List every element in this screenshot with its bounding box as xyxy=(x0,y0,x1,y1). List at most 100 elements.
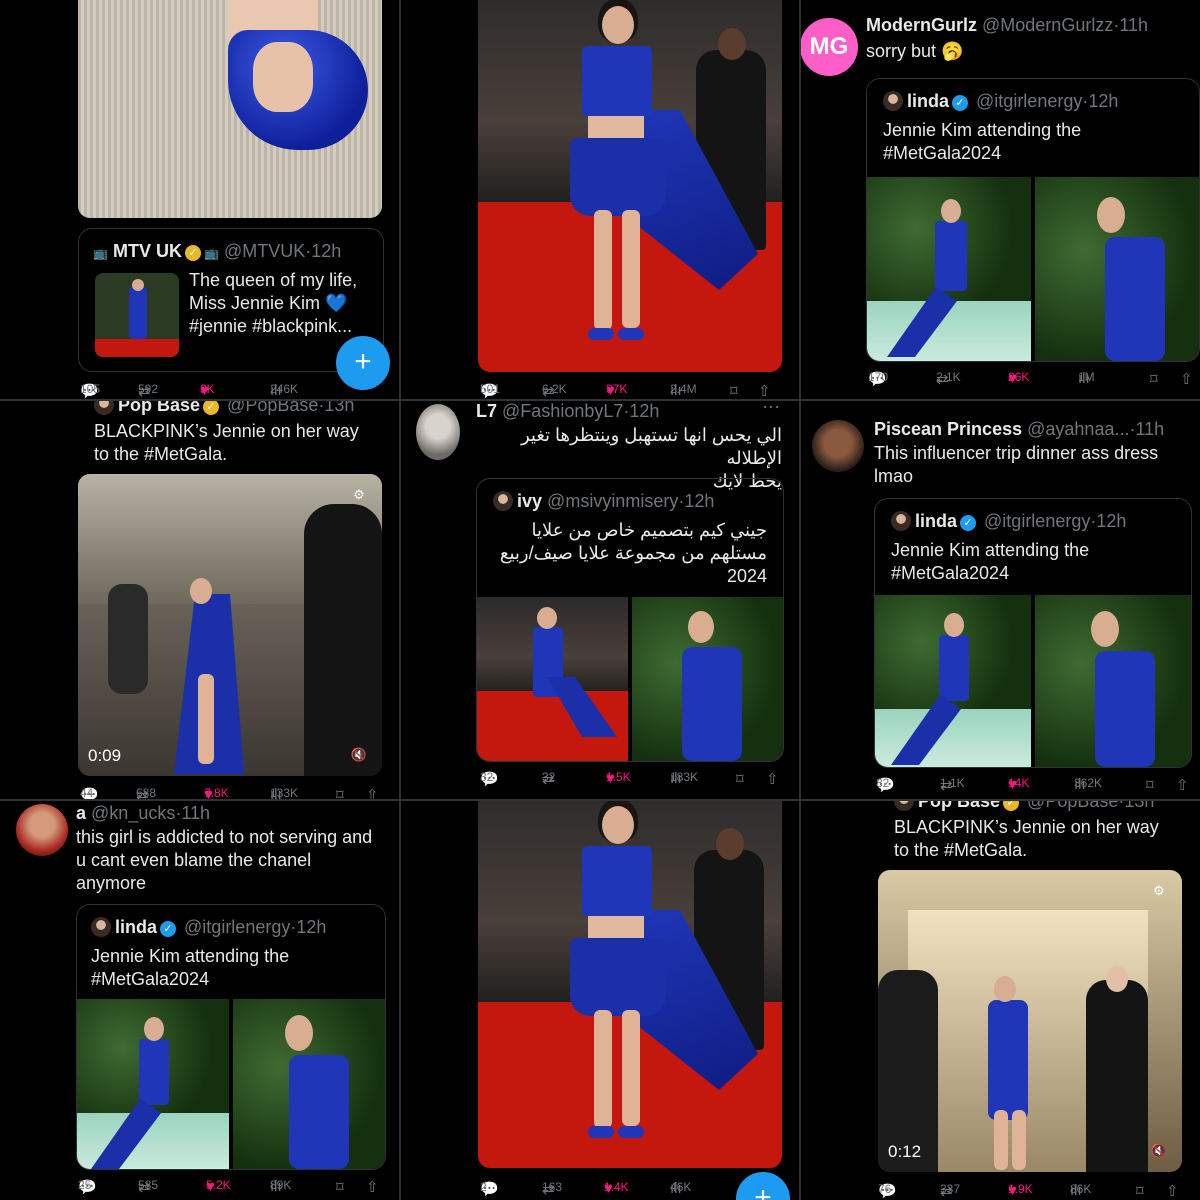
tweet-video[interactable]: ⚙ 0:12 🔇 xyxy=(878,870,1182,1172)
quote-author-handle[interactable]: @itgirlenergy xyxy=(984,511,1090,531)
verified-badge-icon: ✓ xyxy=(1003,800,1020,811)
settings-icon[interactable]: ⚙ xyxy=(1148,880,1170,902)
tweet-text: this girl is addicted to not serving and… xyxy=(76,827,373,893)
author-handle[interactable]: @FashionbyL7 xyxy=(502,401,623,421)
tweet-time: 12h xyxy=(629,401,660,421)
quote-author-name[interactable]: MTV UK xyxy=(113,241,182,261)
quote-text: Jennie Kim attending the #MetGala2024 xyxy=(91,946,290,989)
mute-icon[interactable]: 🔇 xyxy=(348,744,370,766)
tweet-photo[interactable] xyxy=(478,0,782,372)
quote-author-name[interactable]: linda xyxy=(915,511,957,531)
quote-text: جيني كيم بتصميم خاص من علايا مستلهم من مج… xyxy=(499,520,767,586)
quote-thumbnail[interactable] xyxy=(95,273,179,357)
quote-author-name[interactable]: linda xyxy=(907,91,949,111)
share-icon: ⇧ xyxy=(1166,1183,1179,1200)
avatar xyxy=(91,917,111,937)
mtv-logo-icon: 📺 xyxy=(93,246,108,260)
quote-photo-1[interactable] xyxy=(77,999,229,1169)
verified-badge-icon: ✓ xyxy=(952,95,969,111)
tweet-cell-4: Pop Base ✓ @PopBase·13h BLACKPINK’s Jenni… xyxy=(0,400,400,800)
tweet-cell-2: 💬 501 ⇄ 6.2K ♥ 37K ılı 2.4M ⌑ ⇧ xyxy=(400,0,800,400)
settings-icon[interactable]: ⚙ xyxy=(348,484,370,506)
tweet-video[interactable]: ⚙ 0:09 🔇 xyxy=(78,474,382,776)
more-options-icon[interactable]: ··· xyxy=(762,400,780,417)
quote-author-name[interactable]: ivy xyxy=(517,491,542,511)
tweet-cell-1: 📺 MTV UK ✓ 📺 @MTVUK·12h The queen of my li… xyxy=(0,0,400,400)
quote-photo-1[interactable] xyxy=(875,595,1031,767)
quoted-tweet[interactable]: linda ✓ @itgirlenergy·12h Jennie Kim atte… xyxy=(866,78,1200,362)
avatar[interactable] xyxy=(416,404,460,460)
quote-photo-2[interactable] xyxy=(233,999,385,1169)
author-name[interactable]: Pop Base xyxy=(918,800,1000,811)
author-name[interactable]: a xyxy=(76,803,86,823)
share-icon: ⇧ xyxy=(366,787,379,800)
quote-photo-1[interactable] xyxy=(477,597,628,761)
avatar[interactable] xyxy=(894,800,914,811)
author-handle[interactable]: @ayahnaa... xyxy=(1027,419,1129,439)
quote-author-handle[interactable]: @msivyinmisery xyxy=(547,491,678,511)
quote-photo-2[interactable] xyxy=(632,597,783,761)
quote-photo-1[interactable] xyxy=(867,177,1031,361)
quote-text: Jennie Kim attending the #MetGala2024 xyxy=(883,120,1082,163)
tweet-header: Piscean Princess @ayahnaa...·11h xyxy=(874,419,1165,439)
author-handle[interactable]: @PopBase xyxy=(227,400,318,415)
quoted-tweet[interactable]: ivy @msivyinmisery·12h جيني كيم بتصميم خ… xyxy=(476,478,784,762)
quote-author-name[interactable]: linda xyxy=(115,917,157,937)
quote-text: Jennie Kim attending the #MetGala2024 xyxy=(891,540,1090,583)
compose-button[interactable]: + xyxy=(736,1172,790,1200)
quote-photo-2[interactable] xyxy=(1035,595,1191,767)
divider xyxy=(399,0,401,1200)
tweet-photo[interactable] xyxy=(478,800,782,1168)
avatar xyxy=(891,511,911,531)
quote-time: 12h xyxy=(296,917,327,937)
tweet-cell-8: + 💬 2 ⇄ 163 ♥ 1.4K ılı 46K xyxy=(400,800,800,1200)
quote-time: 12h xyxy=(1096,511,1127,531)
quote-header: linda ✓ @itgirlenergy·12h xyxy=(891,511,1126,532)
author-name[interactable]: Pop Base xyxy=(118,400,200,415)
bookmark-icon: ⌑ xyxy=(1146,777,1154,794)
compose-button[interactable]: + xyxy=(336,336,390,390)
quote-author-handle[interactable]: @itgirlenergy xyxy=(184,917,290,937)
bookmark-icon: ⌑ xyxy=(730,383,738,400)
author-handle[interactable]: @ModernGurlzz xyxy=(982,15,1113,35)
author-handle[interactable]: @kn_ucks xyxy=(91,803,175,823)
share-icon: ⇧ xyxy=(1180,371,1193,388)
author-name[interactable]: Piscean Princess xyxy=(874,419,1022,439)
quoted-tweet[interactable]: linda ✓ @itgirlenergy·12h Jennie Kim atte… xyxy=(874,498,1192,768)
quote-author-handle[interactable]: @itgirlenergy xyxy=(976,91,1082,111)
tweet-time: 13h xyxy=(1124,800,1155,811)
bookmark-icon: ⌑ xyxy=(336,787,344,800)
tweet-time: 11h xyxy=(181,803,211,823)
share-icon: ⇧ xyxy=(1176,777,1189,794)
avatar[interactable] xyxy=(94,400,114,415)
divider xyxy=(0,799,1200,801)
mute-icon[interactable]: 🔇 xyxy=(1148,1140,1170,1162)
shoe-photo[interactable] xyxy=(78,0,382,218)
quote-time: 12h xyxy=(684,491,715,511)
quote-text: The queen of my life, Miss Jennie Kim 💙 #j… xyxy=(189,270,358,336)
quote-header: ivy @msivyinmisery·12h xyxy=(493,491,714,512)
verified-badge-icon: ✓ xyxy=(203,400,220,415)
video-time: 0:09 xyxy=(88,746,122,765)
bookmark-icon: ⌑ xyxy=(336,1179,344,1196)
tweet-text: This influencer trip dinner ass dress lma… xyxy=(874,443,1159,486)
avatar[interactable] xyxy=(812,420,864,472)
tweet-text: BLACKPINK’s Jennie on her way to the #Met… xyxy=(894,817,1159,860)
divider xyxy=(799,0,801,1200)
quoted-tweet[interactable]: linda ✓ @itgirlenergy·12h Jennie Kim atte… xyxy=(76,904,386,1170)
tweet-cell-7: a @kn_ucks·11h this girl is addicted to … xyxy=(0,800,400,1200)
author-name[interactable]: ModernGurlz xyxy=(866,15,977,35)
tweet-time: 11h xyxy=(1135,419,1165,439)
share-icon: ⇧ xyxy=(766,771,779,788)
quote-header: linda ✓ @itgirlenergy·12h xyxy=(883,91,1118,112)
author-handle[interactable]: @PopBase xyxy=(1027,800,1118,811)
tweet-time: 13h xyxy=(324,400,355,415)
avatar[interactable] xyxy=(16,804,68,856)
avatar[interactable]: MG xyxy=(800,18,858,76)
tweet-header: Pop Base ✓ @PopBase·13h xyxy=(94,400,354,416)
quote-author-handle[interactable]: @MTVUK xyxy=(224,241,305,261)
quote-time: 12h xyxy=(311,241,342,261)
author-name[interactable]: L7 xyxy=(476,401,497,421)
tweet-header: Pop Base ✓ @PopBase·13h xyxy=(894,800,1154,812)
quote-photo-2[interactable] xyxy=(1035,177,1199,361)
